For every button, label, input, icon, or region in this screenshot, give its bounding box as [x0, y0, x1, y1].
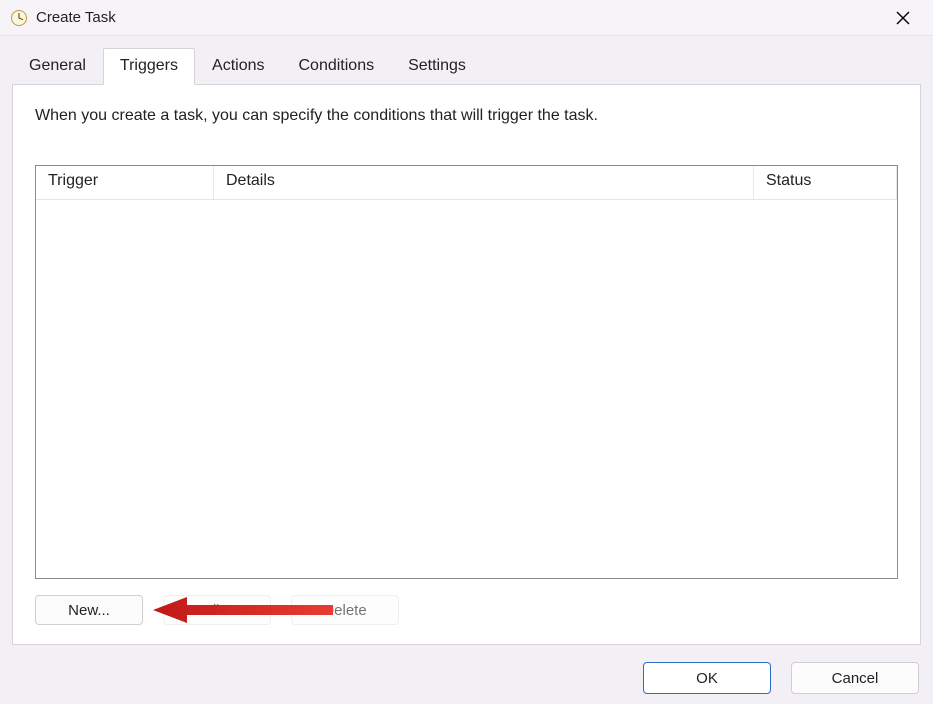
triggers-description: When you create a task, you can specify … — [35, 107, 898, 125]
triggers-list-header: Trigger Details Status — [36, 166, 897, 200]
tab-strip: General Triggers Actions Conditions Sett… — [12, 48, 921, 85]
triggers-tab-page: When you create a task, you can specify … — [12, 85, 921, 645]
task-scheduler-icon — [10, 9, 28, 27]
title-bar: Create Task — [0, 0, 933, 36]
delete-trigger-button: Delete — [291, 595, 399, 625]
new-trigger-button[interactable]: New... — [35, 595, 143, 625]
dialog-footer: OK Cancel — [643, 662, 919, 694]
column-header-details[interactable]: Details — [214, 166, 754, 199]
column-header-status[interactable]: Status — [754, 166, 897, 199]
ok-button[interactable]: OK — [643, 662, 771, 694]
triggers-list[interactable]: Trigger Details Status — [35, 165, 898, 579]
tab-settings[interactable]: Settings — [391, 48, 483, 84]
close-icon — [896, 11, 910, 25]
close-button[interactable] — [881, 0, 925, 36]
tab-triggers[interactable]: Triggers — [103, 48, 195, 85]
edit-trigger-button: Edit... — [163, 595, 271, 625]
window-title: Create Task — [36, 9, 116, 26]
triggers-list-body — [36, 200, 897, 578]
tab-general[interactable]: General — [12, 48, 103, 84]
triggers-button-row: New... Edit... Delete — [35, 595, 898, 625]
tab-actions[interactable]: Actions — [195, 48, 281, 84]
column-header-trigger[interactable]: Trigger — [36, 166, 214, 199]
tab-conditions[interactable]: Conditions — [281, 48, 391, 84]
cancel-button[interactable]: Cancel — [791, 662, 919, 694]
